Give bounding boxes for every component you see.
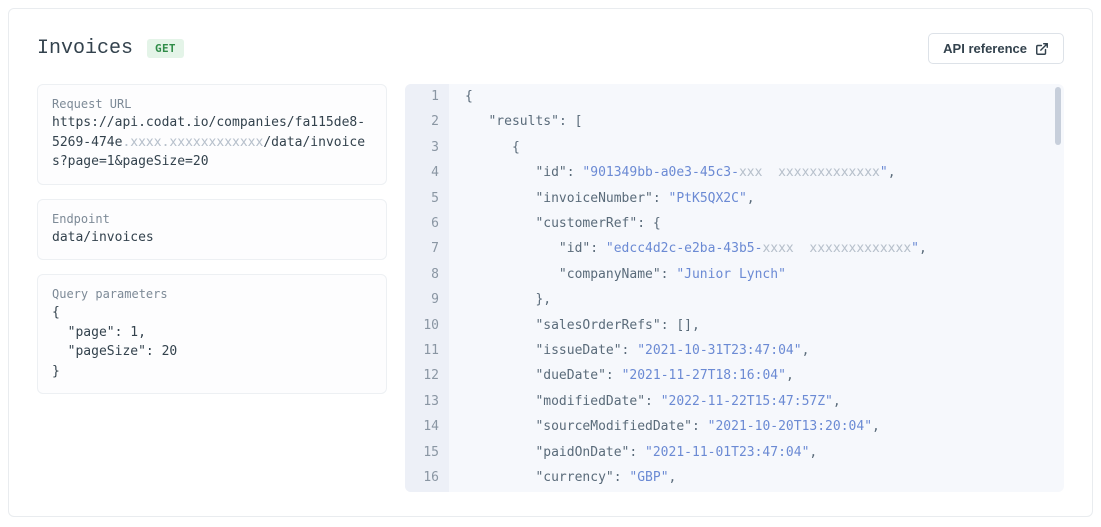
code-line: "invoiceNumber": "PtK5QX2C",	[465, 186, 1056, 211]
code-line: "issueDate": "2021-10-31T23:47:04",	[465, 338, 1056, 363]
line-number: 12	[405, 363, 439, 388]
line-number: 9	[405, 287, 439, 312]
line-number: 11	[405, 338, 439, 363]
line-number: 3	[405, 135, 439, 160]
scrollbar-thumb[interactable]	[1055, 87, 1061, 145]
line-number: 5	[405, 186, 439, 211]
code-line: {	[465, 135, 1056, 160]
code-line: "companyName": "Junior Lynch"	[465, 262, 1056, 287]
code-line: "sourceModifiedDate": "2021-10-20T13:20:…	[465, 414, 1056, 439]
line-number: 1	[405, 84, 439, 109]
code-line: {	[465, 84, 1056, 109]
query-params-label: Query parameters	[52, 287, 372, 301]
endpoint-card: Endpoint data/invoices	[37, 199, 387, 261]
line-number: 10	[405, 313, 439, 338]
code-line: "id": "901349bb-a0e3-45c3-xxx xxxxxxxxxx…	[465, 160, 1056, 185]
code-line: "customerRef": {	[465, 211, 1056, 236]
code-line: },	[465, 287, 1056, 312]
endpoint-value: data/invoices	[52, 228, 372, 248]
line-number: 15	[405, 440, 439, 465]
code-lines: { "results": [ { "id": "901349bb-a0e3-45…	[449, 84, 1056, 492]
query-params-value: { "page": 1, "pageSize": 20 }	[52, 303, 372, 381]
code-line: "modifiedDate": "2022-11-22T15:47:57Z",	[465, 389, 1056, 414]
main: Request URL https://api.codat.io/compani…	[37, 84, 1064, 492]
line-number: 8	[405, 262, 439, 287]
line-number: 7	[405, 236, 439, 261]
code-line: "salesOrderRefs": [],	[465, 313, 1056, 338]
request-url-value: https://api.codat.io/companies/fa115de8-…	[52, 113, 372, 172]
request-url-label: Request URL	[52, 97, 372, 111]
query-params-card: Query parameters { "page": 1, "pageSize"…	[37, 274, 387, 394]
code-line: "id": "edcc4d2c-e2ba-43b5-xxxx xxxxxxxxx…	[465, 236, 1056, 261]
code-line: "results": [	[465, 109, 1056, 134]
api-reference-button[interactable]: API reference	[928, 33, 1064, 64]
endpoint-label: Endpoint	[52, 212, 372, 226]
left-column: Request URL https://api.codat.io/compani…	[37, 84, 387, 492]
line-number: 4	[405, 160, 439, 185]
request-url-card: Request URL https://api.codat.io/compani…	[37, 84, 387, 185]
line-number: 14	[405, 414, 439, 439]
method-badge: GET	[147, 39, 184, 58]
api-reference-label: API reference	[943, 41, 1027, 56]
code-view[interactable]: 12345678910111213141516 { "results": [ {…	[405, 84, 1064, 492]
header: Invoices GET API reference	[37, 33, 1064, 64]
code-line: "paidOnDate": "2021-11-01T23:47:04",	[465, 440, 1056, 465]
response-panel: 12345678910111213141516 { "results": [ {…	[405, 84, 1064, 492]
line-number: 13	[405, 389, 439, 414]
api-panel: Invoices GET API reference Request URL h…	[8, 8, 1093, 517]
header-left: Invoices GET	[37, 37, 184, 60]
line-number: 16	[405, 465, 439, 490]
external-link-icon	[1035, 42, 1049, 56]
page-title: Invoices	[37, 37, 133, 60]
line-number: 2	[405, 109, 439, 134]
code-line: "dueDate": "2021-11-27T18:16:04",	[465, 363, 1056, 388]
redacted-segment: .xxxx.xxxxxxxxxxxx	[122, 135, 263, 150]
code-line: "currency": "GBP",	[465, 465, 1056, 490]
line-number: 6	[405, 211, 439, 236]
line-gutter: 12345678910111213141516	[405, 84, 449, 492]
